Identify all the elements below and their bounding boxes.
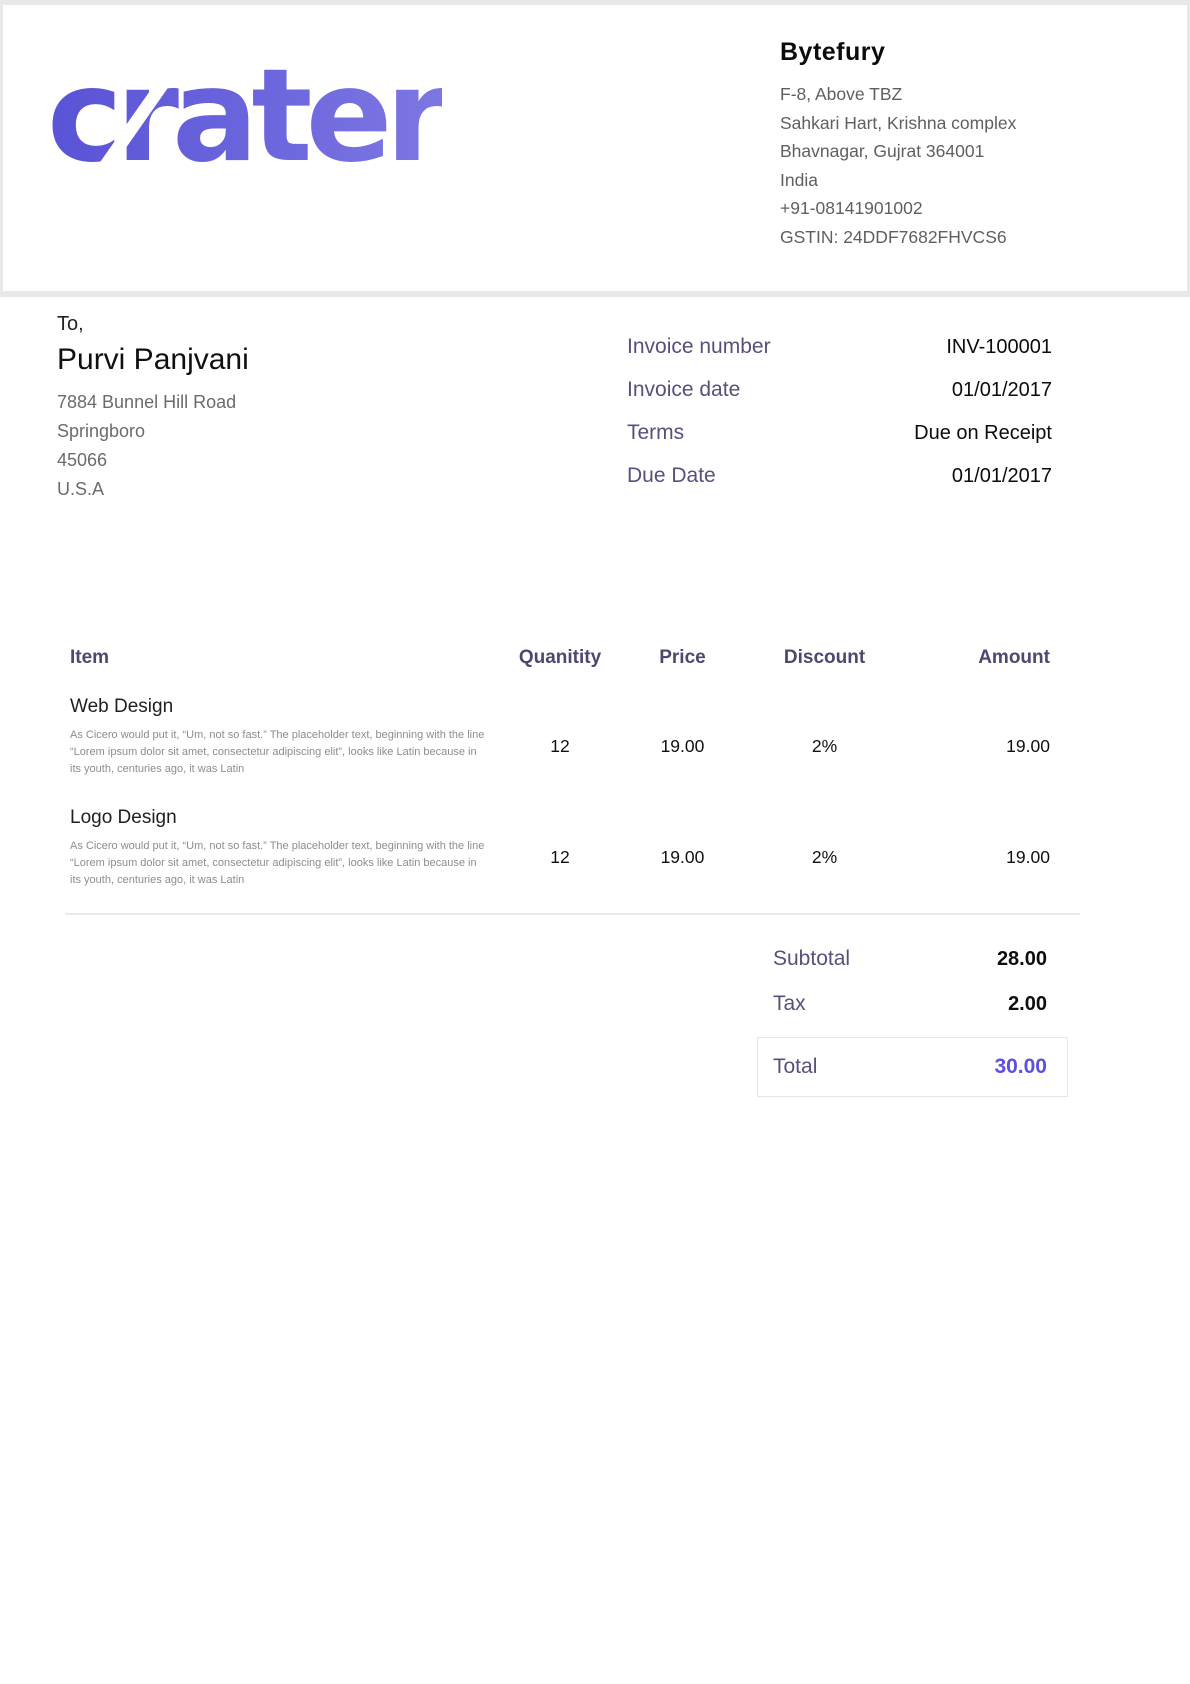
item-discount: 2% bbox=[746, 696, 903, 757]
item-price: 19.00 bbox=[619, 696, 746, 757]
invoice-date-value: 01/01/2017 bbox=[952, 379, 1052, 402]
item-description: As Cicero would put it, “Um, not so fast… bbox=[70, 727, 488, 778]
column-header-item: Item bbox=[70, 647, 501, 669]
items-table: Item Quanitity Price Discount Amount Web… bbox=[70, 647, 1050, 915]
customer-address-line: U.S.A bbox=[57, 475, 249, 504]
item-description: As Cicero would put it, “Um, not so fast… bbox=[70, 838, 488, 889]
company-gstin: GSTIN: 24DDF7682FHVCS6 bbox=[780, 223, 1132, 252]
item-price: 19.00 bbox=[619, 807, 746, 868]
item-quantity: 12 bbox=[501, 696, 619, 757]
totals-section: Subtotal 28.00 Tax 2.00 Total 30.00 bbox=[757, 947, 1068, 1097]
terms-label: Terms bbox=[627, 421, 684, 445]
company-address-line: Sahkari Hart, Krishna complex bbox=[780, 109, 1132, 138]
company-address-line: F-8, Above TBZ bbox=[780, 80, 1132, 109]
item-amount: 19.00 bbox=[903, 807, 1050, 868]
item-quantity: 12 bbox=[501, 807, 619, 868]
to-label: To, bbox=[57, 313, 249, 336]
customer-name: Purvi Panjvani bbox=[57, 343, 249, 377]
customer-address-line: 7884 Bunnel Hill Road bbox=[57, 388, 249, 417]
table-row: Web Design As Cicero would put it, “Um, … bbox=[70, 696, 1050, 778]
subtotal-label: Subtotal bbox=[773, 947, 850, 971]
items-divider bbox=[65, 913, 1080, 915]
crater-logo: crater bbox=[47, 53, 442, 213]
company-address-line: India bbox=[780, 166, 1132, 195]
item-name: Logo Design bbox=[70, 807, 501, 829]
column-header-price: Price bbox=[619, 647, 746, 669]
customer-address-line: 45066 bbox=[57, 446, 249, 475]
item-discount: 2% bbox=[746, 807, 903, 868]
invoice-number-row: Invoice number INV-100001 bbox=[627, 335, 1052, 378]
tax-row: Tax 2.00 bbox=[757, 992, 1068, 1016]
logo-slash-icon bbox=[441, 55, 538, 185]
total-value: 30.00 bbox=[994, 1055, 1047, 1079]
invoice-date-row: Invoice date 01/01/2017 bbox=[627, 378, 1052, 421]
subtotal-row: Subtotal 28.00 bbox=[757, 947, 1068, 971]
items-table-header: Item Quanitity Price Discount Amount bbox=[70, 647, 1050, 669]
item-amount: 19.00 bbox=[903, 696, 1050, 757]
item-cell: Logo Design As Cicero would put it, “Um,… bbox=[70, 807, 501, 889]
bill-to-block: To, Purvi Panjvani 7884 Bunnel Hill Road… bbox=[57, 313, 249, 507]
invoice-header: crater Bytefury F-8, Above TBZ Sahkari H… bbox=[0, 0, 1190, 297]
table-row: Logo Design As Cicero would put it, “Um,… bbox=[70, 807, 1050, 889]
total-box: Total 30.00 bbox=[757, 1037, 1068, 1097]
billing-and-meta-section: To, Purvi Panjvani 7884 Bunnel Hill Road… bbox=[57, 313, 1052, 507]
due-date-label: Due Date bbox=[627, 464, 716, 488]
invoice-date-label: Invoice date bbox=[627, 378, 740, 402]
invoice-number-value: INV-100001 bbox=[946, 336, 1052, 359]
invoice-meta-block: Invoice number INV-100001 Invoice date 0… bbox=[627, 335, 1052, 507]
subtotal-value: 28.00 bbox=[997, 948, 1047, 971]
company-phone: +91-08141901002 bbox=[780, 194, 1132, 223]
tax-label: Tax bbox=[773, 992, 806, 1016]
item-name: Web Design bbox=[70, 696, 501, 718]
customer-address-line: Springboro bbox=[57, 417, 249, 446]
column-header-discount: Discount bbox=[746, 647, 903, 669]
column-header-amount: Amount bbox=[903, 647, 1050, 669]
invoice-number-label: Invoice number bbox=[627, 335, 771, 359]
invoice-body: To, Purvi Panjvani 7884 Bunnel Hill Road… bbox=[0, 297, 1190, 1097]
invoice-page: crater Bytefury F-8, Above TBZ Sahkari H… bbox=[0, 0, 1190, 1684]
column-header-quantity: Quanitity bbox=[501, 647, 619, 669]
header-card: crater Bytefury F-8, Above TBZ Sahkari H… bbox=[3, 5, 1187, 291]
company-address-line: Bhavnagar, Gujrat 364001 bbox=[780, 137, 1132, 166]
tax-value: 2.00 bbox=[1008, 993, 1047, 1016]
terms-value: Due on Receipt bbox=[914, 422, 1052, 445]
item-cell: Web Design As Cicero would put it, “Um, … bbox=[70, 696, 501, 778]
due-date-value: 01/01/2017 bbox=[952, 465, 1052, 488]
total-label: Total bbox=[773, 1055, 817, 1079]
due-date-row: Due Date 01/01/2017 bbox=[627, 464, 1052, 507]
terms-row: Terms Due on Receipt bbox=[627, 421, 1052, 464]
company-info-block: Bytefury F-8, Above TBZ Sahkari Hart, Kr… bbox=[780, 38, 1132, 251]
company-name: Bytefury bbox=[780, 38, 1132, 67]
